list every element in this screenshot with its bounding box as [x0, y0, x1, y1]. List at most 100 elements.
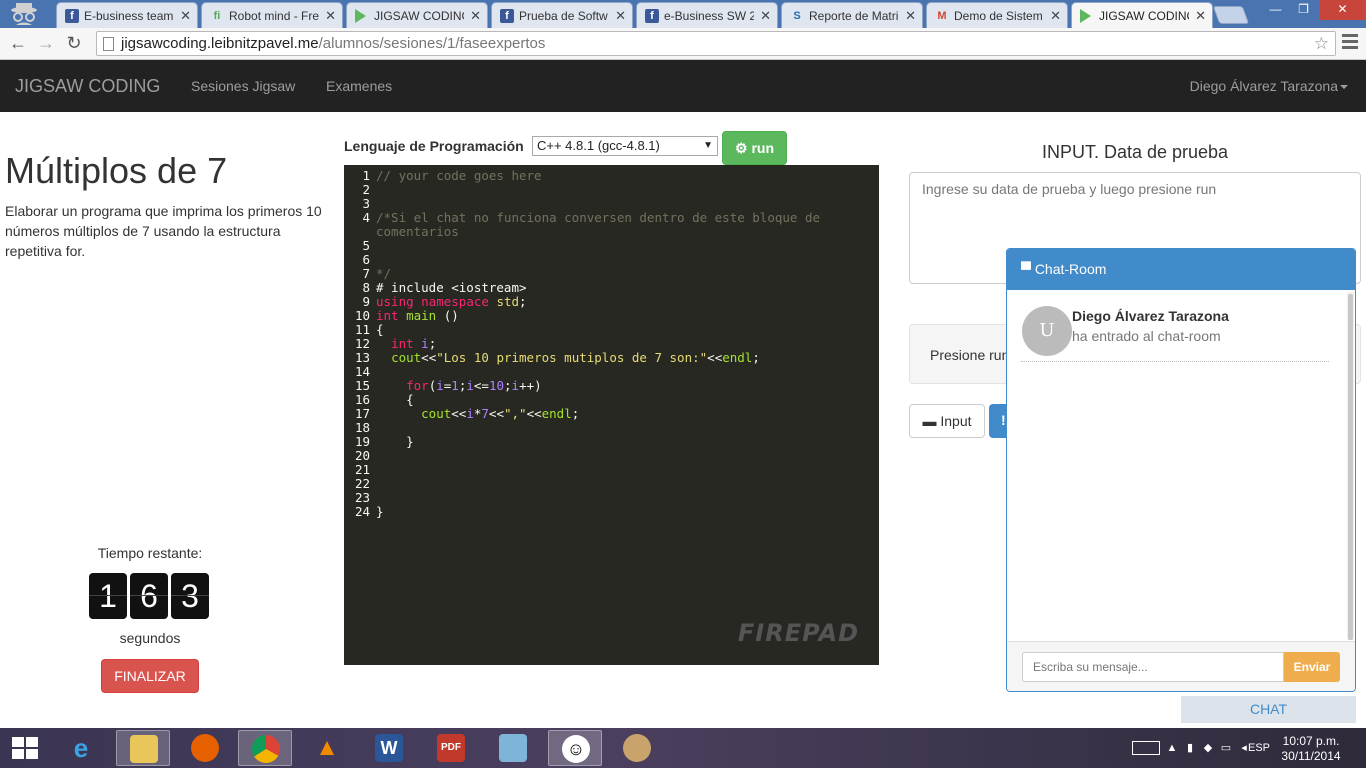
input-button[interactable]: ▬ Input — [909, 404, 985, 438]
code-line: using namespace std; — [376, 294, 527, 309]
browser-tab[interactable]: f Prueba de Softw ✕ — [491, 2, 633, 28]
avatar: U — [1022, 306, 1072, 356]
code-line: */ — [376, 266, 392, 281]
taskbar-smiley[interactable]: ☺ — [548, 730, 602, 766]
line-number: 6 — [362, 252, 370, 267]
reload-button[interactable]: ↻ — [62, 31, 86, 55]
browser-tab[interactable]: f e-Business SW 20 ✕ — [636, 2, 778, 28]
taskbar-ie[interactable]: e — [54, 730, 108, 766]
user-menu[interactable]: Diego Álvarez Tarazona — [1190, 78, 1348, 94]
line-number: 20 — [354, 448, 370, 463]
show-hidden-icons[interactable]: ▲ — [1166, 742, 1178, 754]
keyboard-icon: ▬ — [922, 413, 937, 429]
line-number: 1 — [362, 168, 370, 183]
line-number: 22 — [354, 476, 370, 491]
taskbar-chrome[interactable] — [238, 730, 292, 766]
finish-button[interactable]: FINALIZAR — [101, 659, 199, 693]
nav-sesiones-link[interactable]: Sesiones Jigsaw — [191, 78, 295, 94]
address-bar[interactable]: jigsawcoding.leibnitzpavel.me/alumnos/se… — [96, 31, 1336, 56]
taskbar-paint[interactable] — [610, 730, 664, 766]
close-icon[interactable]: ✕ — [1195, 8, 1206, 24]
browser-tab[interactable]: f E-business team ✕ — [56, 2, 198, 28]
timer-unit: segundos — [119, 630, 181, 646]
page-icon — [103, 37, 114, 51]
maximize-button[interactable]: ❐ — [1290, 0, 1317, 20]
chat-message-input[interactable]: Escriba su mensaje... — [1022, 652, 1284, 682]
chat-header[interactable]: ▀ Chat-Room — [1007, 249, 1355, 290]
browser-tab[interactable]: M Demo de Sistem ✕ — [926, 2, 1068, 28]
code-line: # include <iostream> — [376, 280, 527, 295]
paint-icon — [623, 734, 651, 762]
close-icon[interactable]: ✕ — [325, 8, 336, 24]
browser-tabstrip: f E-business team ✕ fi Robot mind - Fre … — [0, 0, 1366, 29]
minimize-button[interactable]: — — [1262, 0, 1289, 20]
user-name: Diego Álvarez Tarazona — [1189, 78, 1338, 94]
close-icon[interactable]: ✕ — [180, 8, 191, 24]
code-editor[interactable]: 1 // your code goes here 2 3 4 /*Si el cha… — [344, 165, 879, 665]
chat-scrollbar[interactable] — [1347, 292, 1354, 640]
chrome-menu-icon[interactable] — [1342, 34, 1358, 52]
code-line: cout<<"Los 10 primeros mutiplos de 7 son… — [391, 350, 760, 365]
line-number: 18 — [354, 420, 370, 435]
firefox-icon — [191, 734, 219, 762]
clock[interactable]: 10:07 p.m. 30/11/2014 — [1276, 734, 1346, 764]
bookmark-star-icon[interactable]: ☆ — [1314, 32, 1329, 55]
countdown-timer: 1 6 3 — [89, 573, 209, 619]
line-number: 16 — [354, 392, 370, 407]
language-select[interactable]: C++ 4.8.1 (gcc-4.8.1) ▼ — [532, 136, 718, 156]
close-icon[interactable]: ✕ — [615, 8, 626, 24]
message-author: Diego Álvarez Tarazona — [1072, 308, 1229, 324]
browser-tab[interactable]: S Reporte de Matri ✕ — [781, 2, 923, 28]
monitor-icon[interactable]: ▭ — [1220, 742, 1232, 754]
line-number: 10 — [354, 308, 370, 323]
keyboard-icon[interactable] — [1132, 741, 1160, 755]
back-button[interactable]: ← — [6, 31, 30, 55]
code-line: } — [376, 504, 384, 519]
close-icon[interactable]: ✕ — [1050, 8, 1061, 24]
input-button-label: Input — [940, 413, 972, 429]
facebook-icon: f — [645, 8, 659, 23]
close-icon[interactable]: ✕ — [470, 8, 481, 24]
new-tab-button[interactable] — [1212, 6, 1250, 24]
chat-title: Chat-Room — [1034, 261, 1107, 277]
network-icon[interactable]: ▮ — [1184, 742, 1196, 754]
code-line: comentarios — [376, 224, 459, 239]
browser-tab[interactable]: JIGSAW CODING ✕ — [346, 2, 488, 28]
code-line: } — [376, 434, 414, 449]
send-button[interactable]: Enviar — [1284, 652, 1340, 682]
windows-start-button[interactable] — [12, 737, 38, 759]
internet-explorer-icon: e — [73, 733, 89, 763]
run-button[interactable]: ⚙ run — [722, 131, 787, 165]
dropbox-icon[interactable]: ◆ — [1202, 742, 1214, 754]
fi-icon: fi — [213, 9, 221, 22]
code-line: cout<<i*7<<","<<endl; — [421, 406, 580, 421]
close-icon[interactable]: ✕ — [760, 8, 771, 24]
nav-examenes-link[interactable]: Examenes — [326, 78, 392, 94]
taskbar-word[interactable]: W — [362, 730, 416, 766]
browser-tab[interactable]: fi Robot mind - Fre ✕ — [201, 2, 343, 28]
taskbar-pdf[interactable]: PDF — [424, 730, 478, 766]
code-line: for(i=1;i<=10;i++) — [406, 378, 542, 393]
taskbar-vlc[interactable]: ▲ — [300, 730, 354, 766]
caret-down-icon — [1340, 85, 1348, 90]
line-number: 21 — [354, 462, 370, 477]
brand-link[interactable]: JIGSAW CODING — [15, 76, 160, 97]
taskbar-app[interactable] — [486, 730, 540, 766]
browser-tab-active[interactable]: JIGSAW CODING ✕ — [1071, 2, 1213, 29]
line-number: 12 — [354, 336, 370, 351]
line-number: 24 — [354, 504, 370, 519]
language-selected: C++ 4.8.1 (gcc-4.8.1) — [537, 138, 660, 153]
chat-toggle-tab[interactable]: CHAT — [1181, 696, 1356, 723]
close-icon[interactable]: ✕ — [905, 8, 916, 24]
language-label: Lenguaje de Programación — [344, 138, 524, 154]
code-line: int i; — [391, 336, 437, 351]
taskbar-firefox[interactable] — [178, 730, 232, 766]
window-close-button[interactable]: ✕ — [1320, 0, 1365, 20]
timer-label: Tiempo restante: — [97, 545, 203, 561]
forward-button[interactable]: → — [34, 31, 58, 55]
code-line: // your code goes here — [376, 168, 542, 183]
language-indicator[interactable]: ESP — [1248, 742, 1270, 754]
taskbar-explorer[interactable] — [116, 730, 170, 766]
s-icon: S — [793, 9, 801, 22]
chat-window: ▀ Chat-Room U Diego Álvarez Tarazona ha … — [1006, 248, 1356, 692]
